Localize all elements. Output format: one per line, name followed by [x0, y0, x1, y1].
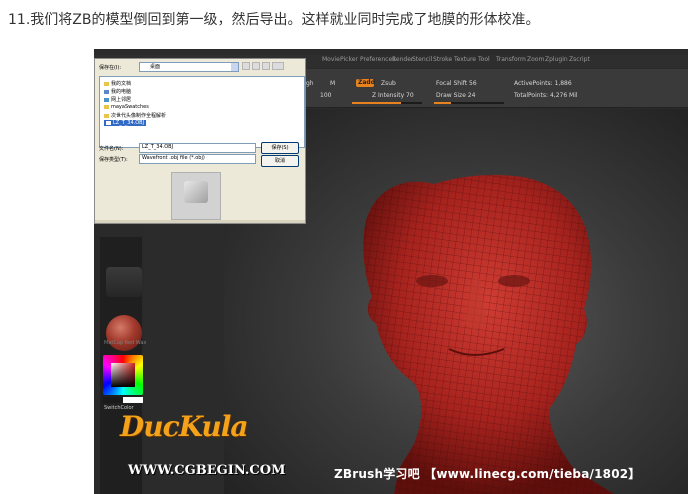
folder-icon: [104, 81, 109, 86]
folder-icon: [104, 104, 109, 109]
folder-icon: [104, 113, 109, 118]
zbrush-logo-icon: [184, 181, 208, 203]
filetype-select[interactable]: Wavefront .obj file (*.obj): [139, 154, 256, 164]
network-icon: [104, 97, 109, 102]
cancel-button[interactable]: 取消: [261, 155, 299, 167]
dialog-scrollbar[interactable]: [95, 220, 305, 223]
list-item[interactable]: 我的文档: [104, 80, 131, 87]
file-icon: [106, 120, 111, 125]
file-list[interactable]: 我的文档 我的电脑 网上邻居 mayaSwatches 次世代头像制作全程解析 …: [99, 76, 305, 148]
back-icon[interactable]: [242, 62, 250, 70]
list-item[interactable]: 我的电脑: [104, 88, 131, 95]
list-item[interactable]: 网上邻居: [104, 96, 131, 103]
save-in-label: 保存在(I):: [99, 65, 122, 71]
head-wireframe: [363, 174, 614, 494]
zbrush-watermark: ZBrush学习吧 【www.linecg.com/tieba/1802】: [334, 467, 641, 481]
head-left-eye: [416, 275, 448, 287]
filename-label: 文件名(N):: [99, 146, 124, 152]
list-item[interactable]: 次世代头像制作全程解析: [104, 112, 166, 119]
new-folder-icon[interactable]: [262, 62, 270, 70]
chevron-down-icon[interactable]: [231, 63, 238, 71]
save-dialog: 保存在(I): 桌面 我的文档 我的电脑 网上邻居 mayaSwatches 次…: [94, 58, 306, 224]
filename-input[interactable]: LZ_T_34.OBJ: [139, 143, 256, 153]
computer-icon: [104, 89, 109, 94]
duckula-logo: DucKula: [120, 410, 249, 443]
save-button[interactable]: 保存(S): [261, 142, 299, 154]
step-caption: 11.我们将ZB的模型倒回到第一级，然后导出。这样就业同时完成了地膜的形体校准。: [8, 12, 540, 28]
save-in-dropdown[interactable]: 桌面: [139, 62, 239, 72]
up-folder-icon[interactable]: [252, 62, 260, 70]
list-item-selected[interactable]: LZ_T_34.OBJ: [104, 120, 147, 126]
list-item[interactable]: mayaSwatches: [104, 104, 149, 110]
preview-thumbnail: [171, 172, 221, 220]
view-menu-icon[interactable]: [272, 62, 284, 70]
cgbegin-url: WWW.CGBEGIN.COM: [128, 463, 286, 478]
save-in-value: 桌面: [150, 64, 161, 70]
filetype-label: 保存类型(T):: [99, 157, 128, 163]
head-right-eye: [498, 275, 530, 287]
